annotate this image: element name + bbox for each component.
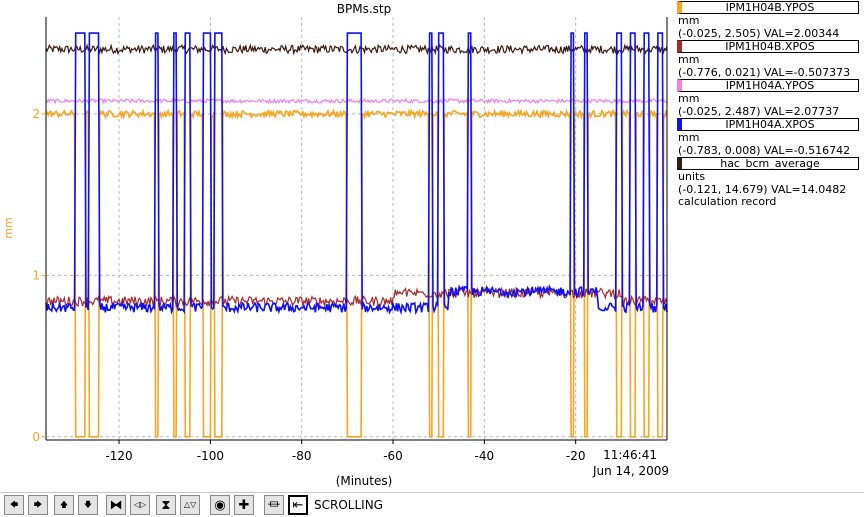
legend-item-ipm1h04b-ypos[interactable]: IPM1H04B.YPOS (677, 1, 859, 14)
scrolling-mode-label: SCROLLING (314, 498, 383, 512)
end-time-label: 11:46:41 (603, 448, 657, 462)
x-tick-label: -120 (105, 449, 132, 463)
zoom-out-y-button[interactable]: △▽ (180, 495, 200, 515)
x-tick-label: -80 (292, 449, 312, 463)
pan-right-button[interactable]: 🡆 (28, 495, 48, 515)
x-tick-label: -20 (566, 449, 586, 463)
pan-left-button[interactable]: 🡄 (4, 495, 24, 515)
add-button[interactable]: ✚ (234, 495, 254, 515)
legend-detail: (-0.025, 2.487) VAL=2.07737 (678, 104, 840, 118)
pan-down-button[interactable]: 🡇 (78, 495, 98, 515)
legend-item-ipm1h04a-xpos[interactable]: IPM1H04A.XPOS (677, 118, 859, 131)
legend-detail: (-0.776, 0.021) VAL=-0.507373 (678, 65, 851, 79)
zoom-in-x-button[interactable]: ⧓ (106, 495, 126, 515)
legend-detail: (-0.783, 0.008) VAL=-0.516742 (678, 143, 851, 157)
zoom-out-x-button[interactable]: ◁▷ (130, 495, 150, 515)
x-axis-label: (Minutes) (336, 474, 393, 488)
zoom-in-y-button[interactable]: ⧗ (156, 495, 176, 515)
toolbar: 🡄 🡆 🡅 🡇 ⧓ ◁▷ ⧗ △▽ ◉ ✚ ⏛ ⇤ SCROLLING (0, 492, 864, 517)
x-tick-label: -100 (197, 449, 224, 463)
legend-detail: (-0.025, 2.505) VAL=2.00344 (678, 26, 840, 40)
y-ticks: 0 1 2 (32, 107, 46, 444)
legend-detail: calculation record (678, 195, 777, 208)
y-tick-label: 0 (32, 430, 40, 444)
x-ticks: -120 -100 -80 -60 -40 -20 (105, 440, 585, 463)
legend-detail: mm (678, 131, 700, 144)
legend-detail: mm (678, 53, 700, 66)
y-tick-label: 2 (32, 107, 40, 121)
legend-detail: (-0.121, 14.679) VAL=14.0482 (678, 182, 847, 196)
chart-title: BPMs.stp (337, 2, 391, 16)
legend-detail: mm (678, 92, 700, 105)
auto-scale-button[interactable]: ◉ (210, 495, 230, 515)
y-axis-label: mm (2, 217, 15, 238)
plot-mode-button[interactable]: ⏛ (264, 495, 284, 515)
legend-detail: mm (678, 14, 700, 27)
legend-item-ipm1h04b-xpos[interactable]: IPM1H04B.XPOS (677, 40, 859, 53)
legend-item-hac-bcm-average[interactable]: hac_bcm_average (677, 157, 859, 170)
x-tick-label: -60 (383, 449, 403, 463)
scroll-mode-button[interactable]: ⇤ (288, 495, 308, 515)
legend-detail: units (678, 170, 706, 183)
pan-up-button[interactable]: 🡅 (54, 495, 74, 515)
y-tick-label: 1 (32, 268, 40, 282)
x-tick-label: -40 (475, 449, 495, 463)
legend-item-ipm1h04a-ypos[interactable]: IPM1H04A.YPOS (677, 79, 859, 92)
end-date-label: Jun 14, 2009 (592, 464, 669, 478)
